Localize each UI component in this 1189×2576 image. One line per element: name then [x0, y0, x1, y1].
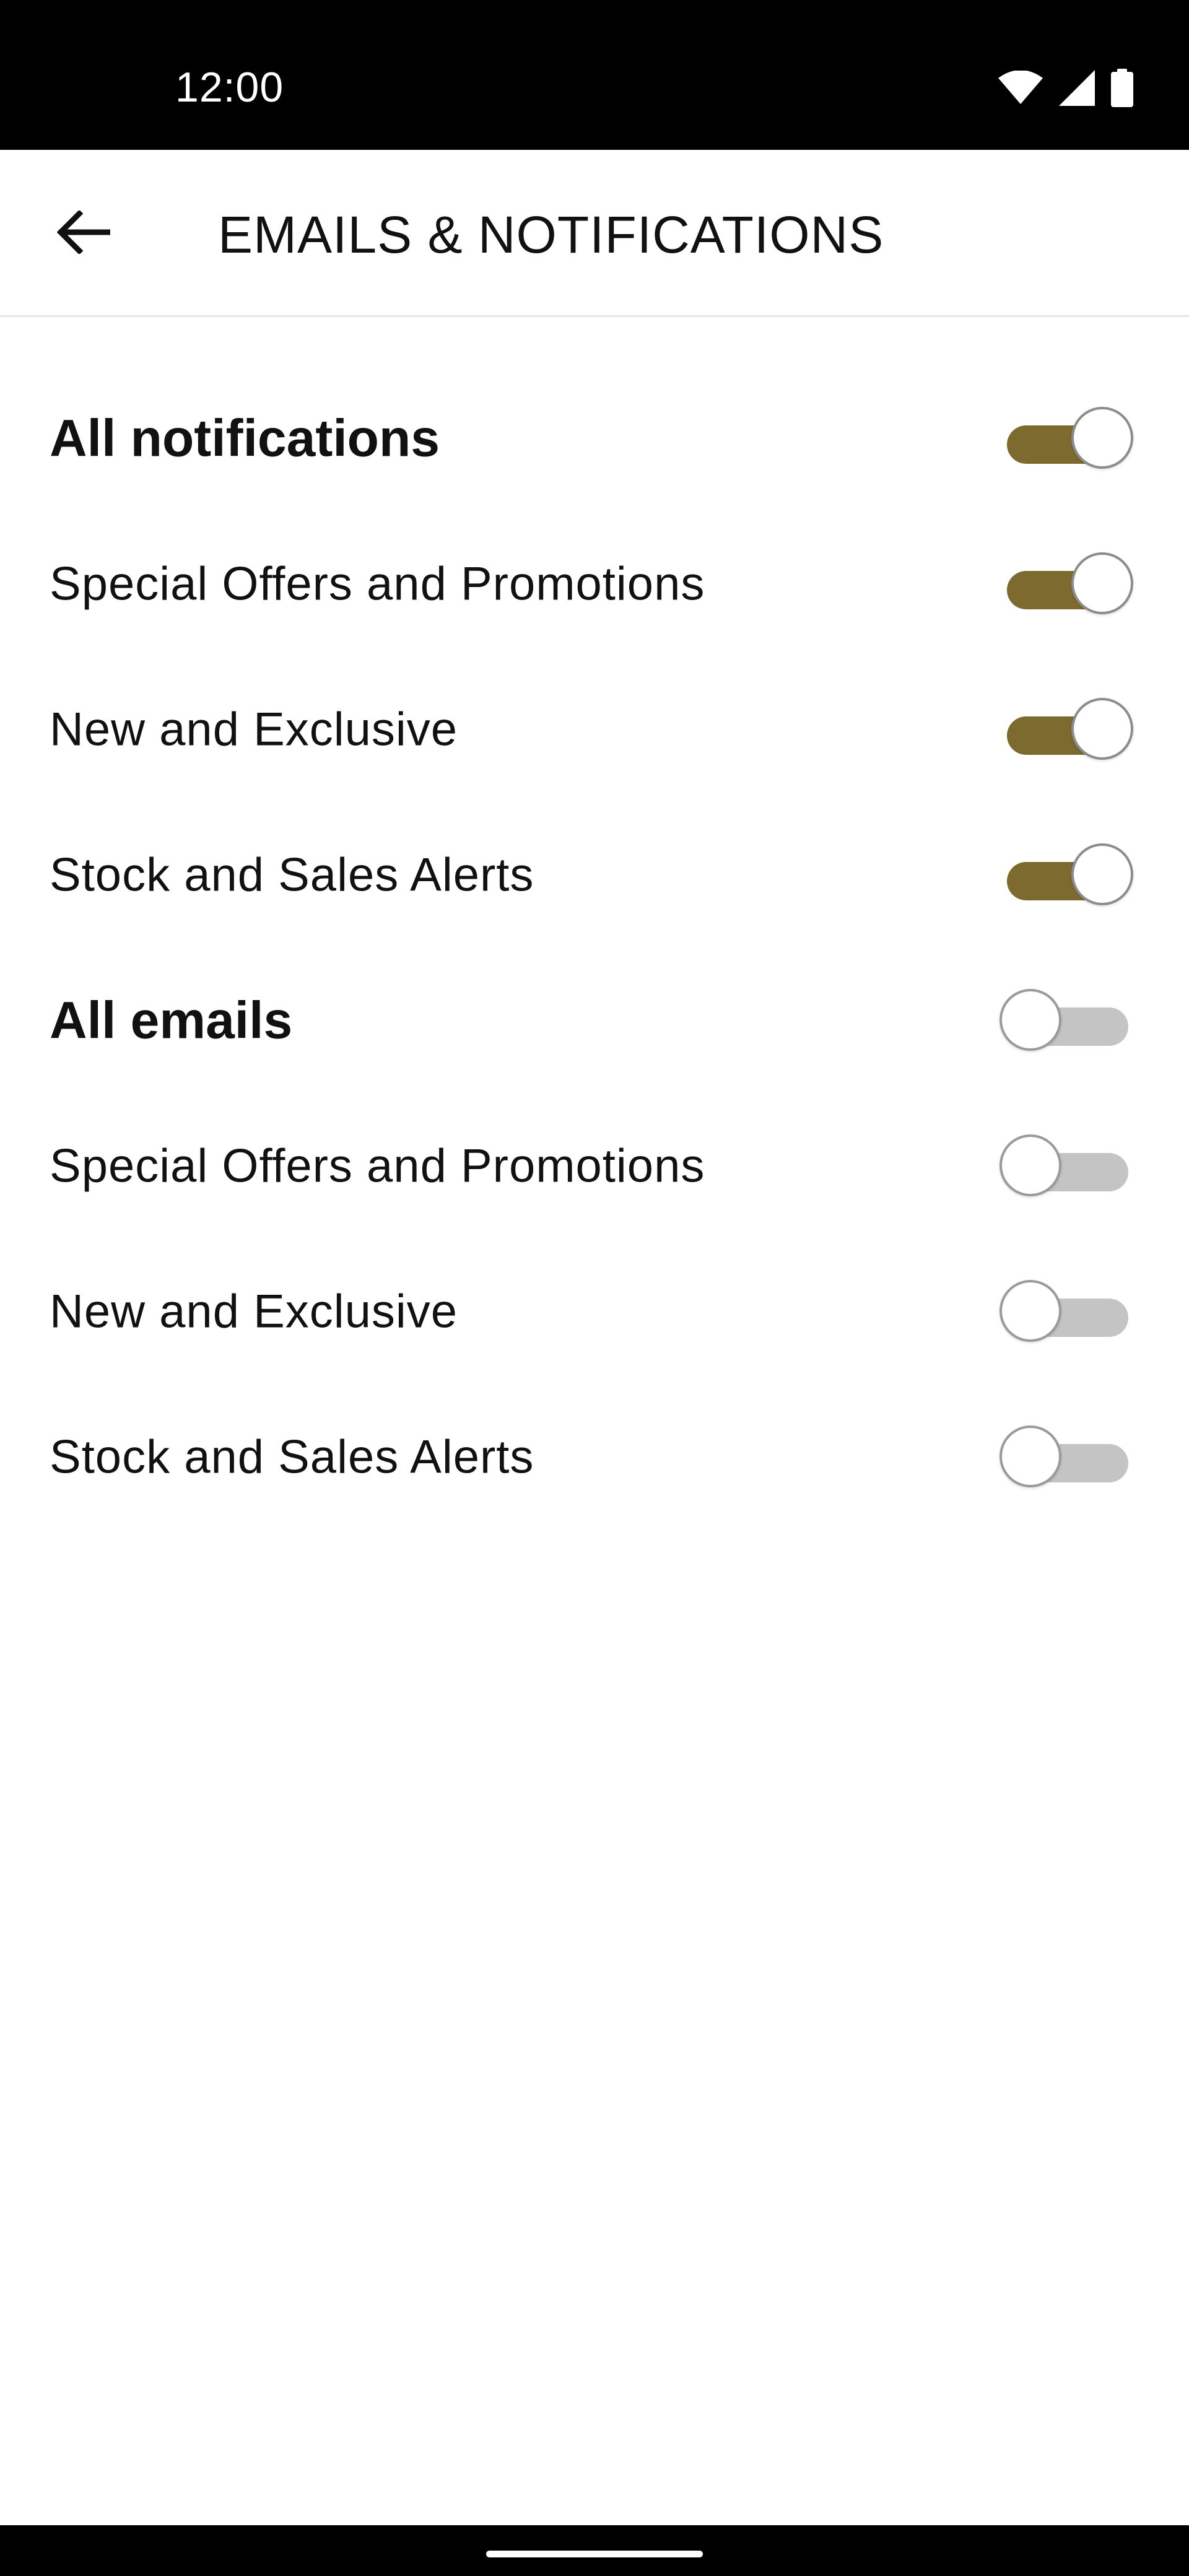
arrow-left-icon [56, 209, 112, 257]
setting-row-emails-special-offers: Special Offers and Promotions [0, 1093, 1189, 1238]
top-app-bar: EMAILS & NOTIFICATIONS [0, 150, 1189, 317]
setting-row-notifications-stock-sales: Stock and Sales Alerts [0, 802, 1189, 947]
toggle-all-notifications[interactable] [998, 404, 1137, 472]
setting-label: Special Offers and Promotions [50, 1139, 705, 1192]
status-bar: 12:00 [0, 0, 1189, 150]
toggle-emails-new-exclusive[interactable] [998, 1277, 1137, 1346]
status-time: 12:00 [175, 64, 284, 111]
setting-label: All notifications [50, 409, 440, 467]
toggle-emails-stock-sales[interactable] [998, 1423, 1137, 1491]
toggle-notifications-new-exclusive[interactable] [998, 695, 1137, 764]
setting-row-notifications-new-exclusive: New and Exclusive [0, 656, 1189, 802]
status-icons [998, 68, 1133, 108]
page-title: EMAILS & NOTIFICATIONS [218, 206, 884, 264]
toggle-notifications-special-offers[interactable] [998, 550, 1137, 618]
setting-row-notifications-special-offers: Special Offers and Promotions [0, 511, 1189, 656]
setting-label: Stock and Sales Alerts [50, 1430, 534, 1483]
back-button[interactable] [43, 193, 124, 274]
toggle-emails-special-offers[interactable] [998, 1132, 1137, 1200]
setting-row-all-notifications: All notifications [0, 365, 1189, 511]
toggle-notifications-stock-sales[interactable] [998, 841, 1137, 909]
settings-list: All notifications Special Offers and Pro… [0, 365, 1189, 1530]
wifi-icon [998, 71, 1043, 105]
setting-label: New and Exclusive [50, 1285, 458, 1338]
home-gesture-handle[interactable] [486, 2551, 703, 2557]
setting-row-all-emails: All emails [0, 947, 1189, 1093]
signal-icon [1059, 70, 1095, 106]
battery-icon [1111, 69, 1133, 107]
setting-label: Special Offers and Promotions [50, 557, 705, 610]
setting-label: New and Exclusive [50, 703, 458, 755]
setting-label: All emails [50, 991, 293, 1049]
setting-row-emails-stock-sales: Stock and Sales Alerts [0, 1384, 1189, 1530]
navigation-bar [0, 2525, 1189, 2576]
toggle-all-emails[interactable] [998, 986, 1137, 1055]
setting-label: Stock and Sales Alerts [50, 848, 534, 901]
setting-row-emails-new-exclusive: New and Exclusive [0, 1238, 1189, 1384]
